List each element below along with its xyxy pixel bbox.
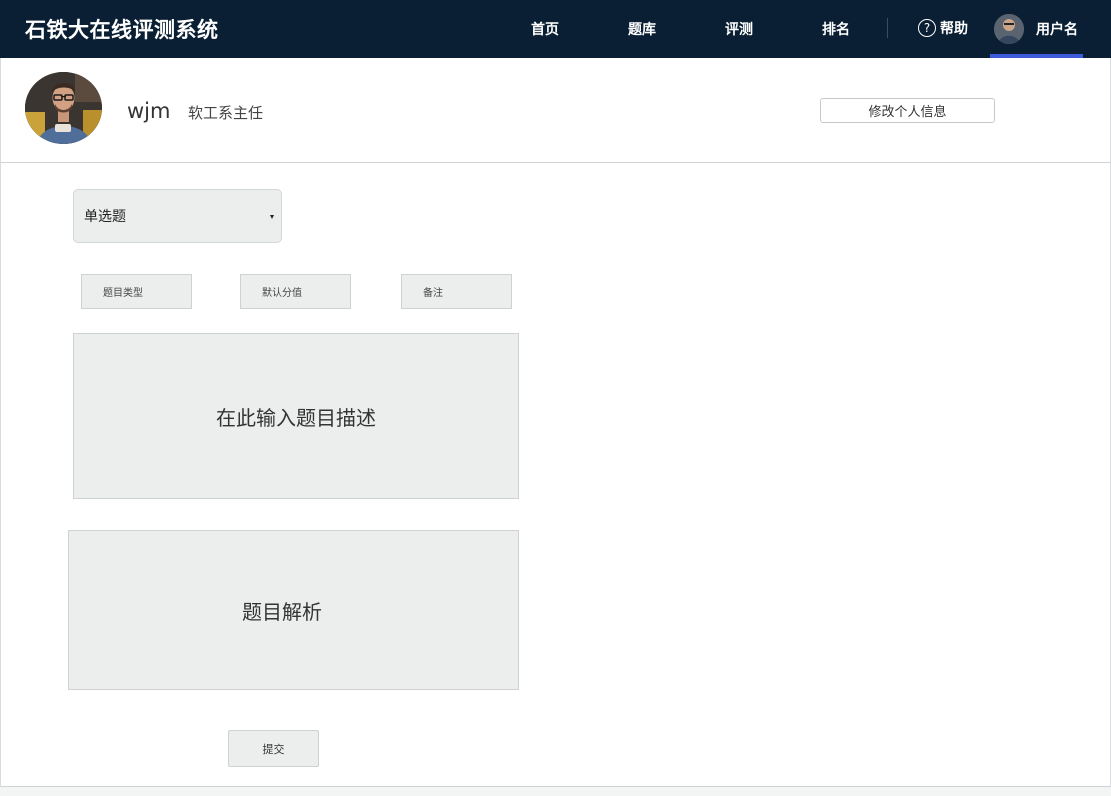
help-link[interactable]: ? 帮助 <box>918 17 968 39</box>
nav-evaluation[interactable]: 评测 <box>725 19 753 39</box>
user-avatar <box>994 14 1024 44</box>
caret-down-icon <box>270 215 274 219</box>
description-textarea[interactable]: 在此输入题目描述 <box>73 333 519 499</box>
profile-role: 软工系主任 <box>188 104 264 122</box>
analysis-textarea[interactable]: 题目解析 <box>68 530 519 690</box>
app-title[interactable]: 石铁大在线评测系统 <box>25 14 219 44</box>
profile-header: wjm 软工系主任 修改个人信息 <box>0 58 1111 163</box>
question-type-value: 单选题 <box>84 209 126 225</box>
note-field[interactable]: 备注 <box>401 274 512 309</box>
question-circle-icon: ? <box>918 19 936 37</box>
question-type-field[interactable]: 题目类型 <box>81 274 192 309</box>
help-label: 帮助 <box>940 21 968 37</box>
nav-divider <box>887 18 888 38</box>
user-menu[interactable]: 用户名 <box>990 0 1083 58</box>
top-navbar: 石铁大在线评测系统 首页 题库 评测 排名 ? 帮助 用户名 <box>0 0 1111 58</box>
profile-avatar <box>25 72 102 144</box>
question-form: 单选题 题目类型 默认分值 备注 在此输入题目描述 题目解析 提交 <box>0 163 1111 787</box>
submit-button[interactable]: 提交 <box>228 730 319 767</box>
profile-name: wjm <box>127 99 171 123</box>
nav-home[interactable]: 首页 <box>531 19 559 39</box>
nav-question-bank[interactable]: 题库 <box>628 19 656 39</box>
nav-ranking[interactable]: 排名 <box>822 19 850 39</box>
username-label: 用户名 <box>1036 22 1078 38</box>
default-score-field[interactable]: 默认分值 <box>240 274 351 309</box>
edit-profile-button[interactable]: 修改个人信息 <box>820 98 995 123</box>
question-type-select[interactable]: 单选题 <box>73 189 282 243</box>
